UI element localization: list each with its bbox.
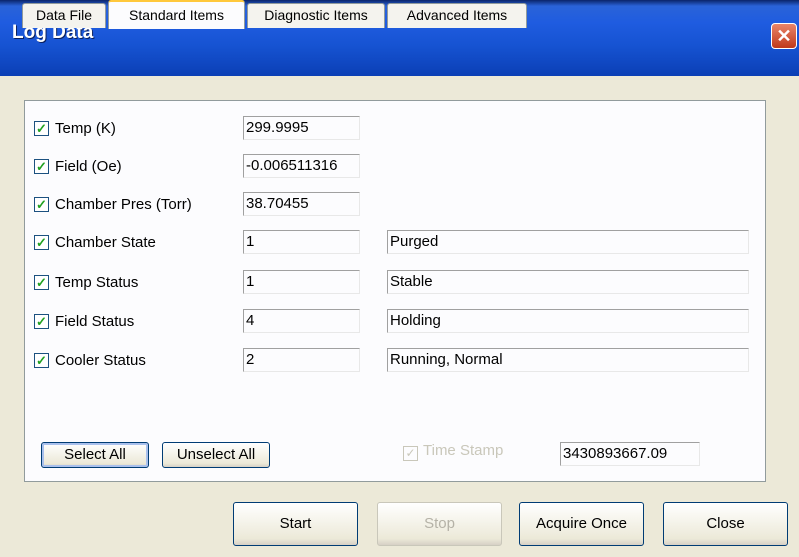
- temp-status-checkbox[interactable]: ✓: [34, 275, 49, 290]
- select-all-button[interactable]: Select All: [41, 442, 149, 468]
- cooler-status-label: Cooler Status: [55, 352, 146, 369]
- field-status-value: 4: [243, 309, 360, 333]
- time-stamp-value: 3430893667.09: [560, 442, 700, 466]
- tab-diagnostic-items[interactable]: Diagnostic Items: [247, 3, 385, 28]
- tab-standard-items[interactable]: Standard Items: [108, 0, 245, 29]
- temp-status-status: Stable: [387, 270, 749, 294]
- chamber-pres-label: Chamber Pres (Torr): [55, 196, 192, 213]
- field-value: -0.006511316: [243, 154, 360, 178]
- temp-label: Temp (K): [55, 120, 116, 137]
- close-icon[interactable]: ✕: [771, 23, 797, 49]
- start-button[interactable]: Start: [233, 502, 358, 546]
- field-label: Field (Oe): [55, 158, 122, 175]
- field-status-label: Field Status: [55, 313, 135, 330]
- temp-checkbox[interactable]: ✓: [34, 121, 49, 136]
- chamber-state-status: Purged: [387, 230, 749, 254]
- chamber-pres-value: 38.70455: [243, 192, 360, 216]
- cooler-status-value: 2: [243, 348, 360, 372]
- cooler-status-status: Running, Normal: [387, 348, 749, 372]
- temp-value: 299.9995: [243, 116, 360, 140]
- chamber-state-label: Chamber State: [55, 234, 156, 251]
- chamber-pres-checkbox[interactable]: ✓: [34, 197, 49, 212]
- field-status-status: Holding: [387, 309, 749, 333]
- tab-data-file[interactable]: Data File: [22, 3, 106, 28]
- chamber-state-checkbox[interactable]: ✓: [34, 235, 49, 250]
- time-stamp-label: Time Stamp: [423, 442, 504, 459]
- log-data-window: Log Data ✕ Data File Standard Items Diag…: [0, 0, 799, 557]
- field-status-checkbox[interactable]: ✓: [34, 314, 49, 329]
- time-stamp-checkbox: ✓: [403, 446, 418, 461]
- field-checkbox[interactable]: ✓: [34, 159, 49, 174]
- stop-button: Stop: [377, 502, 502, 546]
- temp-status-label: Temp Status: [55, 274, 139, 291]
- tab-advanced-items[interactable]: Advanced Items: [387, 3, 527, 28]
- cooler-status-checkbox[interactable]: ✓: [34, 353, 49, 368]
- acquire-once-button[interactable]: Acquire Once: [519, 502, 644, 546]
- unselect-all-button[interactable]: Unselect All: [162, 442, 270, 468]
- chamber-state-value: 1: [243, 230, 360, 254]
- temp-status-value: 1: [243, 270, 360, 294]
- close-button[interactable]: Close: [663, 502, 788, 546]
